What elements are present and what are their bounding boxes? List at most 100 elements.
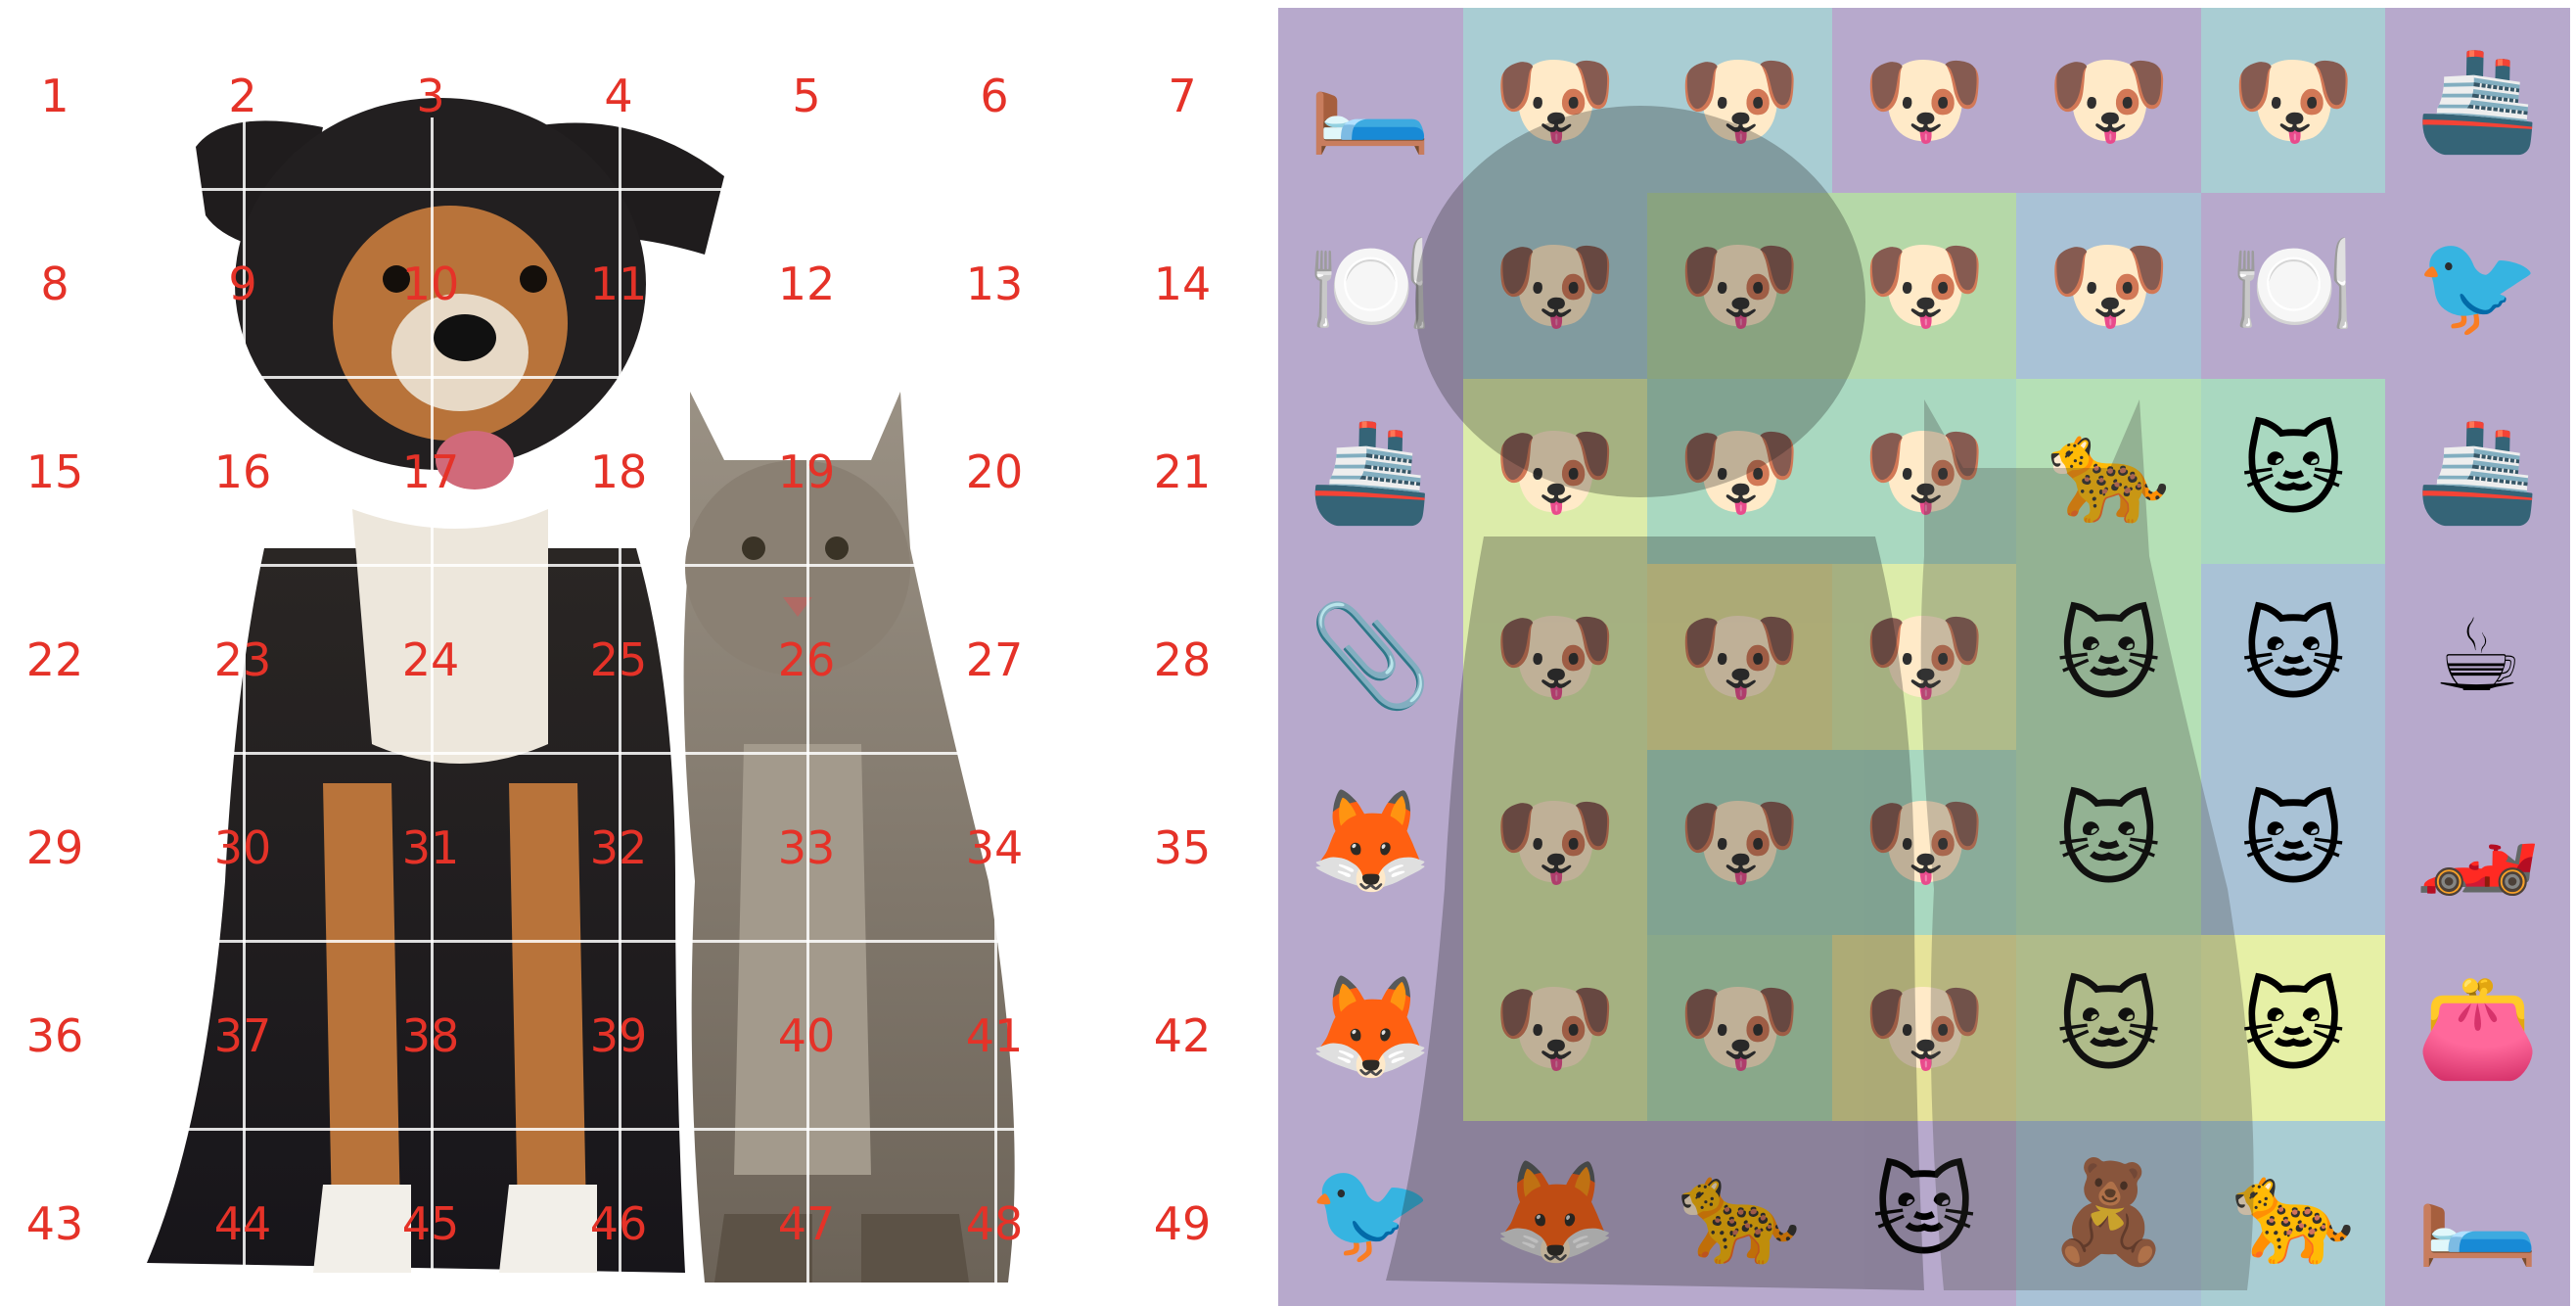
bed-icon: 🛏️ [2415,1154,2541,1272]
cat-face-icon: 🐱 [2056,968,2161,1086]
emoji-tile: 🍽️ [2200,193,2386,379]
emoji-tile: 🐶 [2016,193,2201,379]
emoji-tile: 🐶 [1647,749,1832,936]
cell-number-label: 39 [589,1009,648,1062]
cell-number-label: 16 [213,445,272,498]
emoji-tile: 🐶 [1462,378,1648,565]
cell-number-label: 43 [25,1197,84,1250]
cell-number-label: 49 [1153,1197,1212,1250]
dog-face-icon: 🐶 [2231,41,2356,159]
cell-number-label: 36 [25,1009,84,1062]
emoji-tile: 🐶 [1647,935,1832,1121]
emoji-tile: 🍽️ [1278,193,1463,379]
dog-face-icon: 🐶 [1493,968,1618,1086]
cell-number-label: 10 [401,257,460,310]
cell-number-label: 5 [792,70,821,122]
cell-number-label: 26 [777,633,836,686]
emoji-tile: 🐶 [1462,749,1648,936]
cell-number-label: 34 [965,821,1024,874]
cell-number-label: 27 [965,633,1024,686]
cell-number-label: 15 [25,445,84,498]
cell-number-label: 38 [401,1009,460,1062]
cell-number-label: 32 [589,821,648,874]
cell-number-label: 9 [228,257,257,310]
ship-icon: 🚢 [2415,41,2541,159]
cell-number-label: 35 [1153,821,1212,874]
cat-face-icon: 🐱 [2240,968,2346,1086]
dog-face-icon: 🐶 [1677,597,1802,715]
cell-number-label: 4 [604,70,633,122]
emoji-tile: 🦊 [1278,749,1463,936]
fox-face-icon: 🦊 [1493,1154,1618,1272]
dog-face-icon: 🐶 [1493,597,1618,715]
emoji-tile: 🐶 [1831,749,2017,936]
cell-number-label: 18 [589,445,648,498]
cell-number-label: 8 [40,257,69,310]
emoji-tile: 🐶 [1647,378,1832,565]
leopard-icon: 🐆 [2047,412,2172,530]
dog-face-icon: 🐶 [1493,412,1618,530]
emoji-tile: 🐶 [1647,193,1832,379]
emoji-tile: 🐶 [1647,564,1832,750]
fox-face-icon: 🦊 [1308,968,1433,1086]
ship-icon: 🚢 [2415,412,2541,530]
grid-line-horizontal [147,940,1018,943]
cell-number-label: 20 [965,445,1024,498]
emoji-tile: 🦊 [1462,1120,1648,1306]
leopard-icon: 🐆 [2231,1154,2356,1272]
emoji-tile: 🐱 [2016,935,2201,1121]
cell-number-label: 19 [777,445,836,498]
bird-icon: 🐦 [2415,227,2541,345]
cell-number-label: 42 [1153,1009,1212,1062]
emoji-tile: 🦊 [1278,935,1463,1121]
leopard-icon: 🐆 [1677,1154,1802,1272]
fork-knife-plate-icon: 🍽️ [2231,227,2356,345]
grid-line-horizontal [147,564,1018,567]
dog-face-icon: 🐶 [1862,783,1987,901]
dog-face-icon: 🐶 [1677,968,1802,1086]
emoji-tile: 🐱 [2200,935,2386,1121]
cell-number-label: 46 [589,1197,648,1250]
cell-number-label: 45 [401,1197,460,1250]
emoji-tile: 🐱 [2016,564,2201,750]
emoji-tile: 🐱 [2016,749,2201,936]
dog-face-icon: 🐶 [1677,783,1802,901]
emoji-tile: 🛏️ [2385,1120,2570,1306]
emoji-tile: 🐦 [2385,193,2570,379]
bed-icon: 🛏️ [1308,41,1433,159]
grid-line-horizontal [147,188,1018,191]
cell-number-label: 33 [777,821,836,874]
cell-number-label: 31 [401,821,460,874]
fork-knife-plate-icon: 🍽️ [1308,227,1433,345]
cell-number-label: 23 [213,633,272,686]
dog-face-icon: 🐶 [1677,41,1802,159]
cell-number-label: 14 [1153,257,1212,310]
ship-icon: 🚢 [1308,412,1433,530]
cell-number-label: 11 [589,257,648,310]
teddy-bear-icon: 🧸 [2047,1154,2172,1272]
dog-face-icon: 🐶 [2047,227,2172,345]
dog-face-icon: 🐶 [1493,41,1618,159]
grid-line-horizontal [147,376,1018,379]
cat-face-icon: 🐱 [2056,783,2161,901]
fox-face-icon: 🦊 [1308,783,1433,901]
emoji-tile: 🚢 [2385,378,2570,565]
racing-car-icon: 🏎️ [2415,783,2541,901]
emoji-grid-panel: 🛏️ 🐶 🐶 🐶 🐶 🐶 🚢 🍽️ 🐶 🐶 🐶 🐶 🍽️ 🐦 🚢 🐶 🐶 🐶 🐆 🐱 🚢 📎 🐶 🐶 🐶 🐱 🐱 ☕ 🦊 🐶 🐶 🐶 🐱 🐱 🏎️ 🦊… [1278,8,2570,1306]
emoji-tile: 🐶 [1462,193,1648,379]
cell-number-label: 25 [589,633,648,686]
cat-face-icon: 🐱 [2240,597,2346,715]
emoji-tile: 🐶 [2200,8,2386,194]
emoji-tile: 🐱 [2200,564,2386,750]
emoji-tile: 🐶 [1831,935,2017,1121]
emoji-tile: 🧸 [2016,1120,2201,1306]
cell-number-label: 29 [25,821,84,874]
emoji-tile: 👛 [2385,935,2570,1121]
emoji-tile: 🐦 [1278,1120,1463,1306]
emoji-tile: 🐶 [2016,8,2201,194]
hot-beverage-icon: ☕ [2432,597,2523,715]
emoji-tile: 🐶 [1647,8,1832,194]
dog-face-icon: 🐶 [1862,41,1987,159]
photo-grid-panel: 1 2 3 4 5 6 7 8 9 10 11 12 13 14 15 16 17 18 19 20 21 22 23 24 2… [0,0,1272,1306]
cell-number-label: 21 [1153,445,1212,498]
